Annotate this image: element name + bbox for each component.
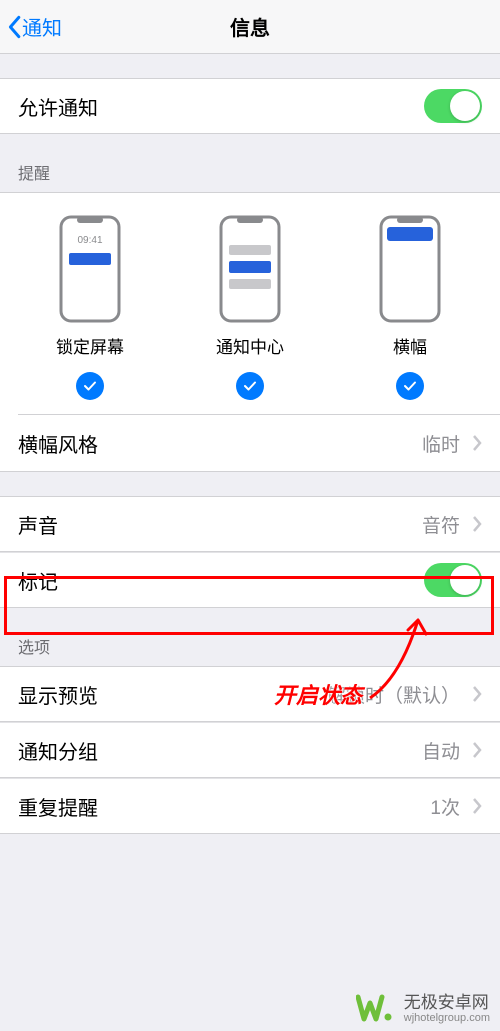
sound-value: 音符 [422, 511, 464, 538]
alert-option-banner[interactable]: 横幅 [340, 215, 480, 400]
checkmark-icon [236, 372, 264, 400]
back-label: 通知 [22, 12, 62, 41]
banner-style-label: 横幅风格 [18, 429, 422, 458]
allow-notifications-label: 允许通知 [18, 92, 424, 121]
sound-label: 声音 [18, 510, 422, 539]
watermark-name: 无极安卓网 [404, 994, 490, 1013]
back-button[interactable]: 通知 [0, 12, 62, 41]
grouping-value: 自动 [422, 737, 464, 764]
checkmark-icon [396, 372, 424, 400]
svg-text:09:41: 09:41 [77, 235, 102, 246]
show-preview-row[interactable]: 显示预览 解锁时（默认） [0, 666, 500, 722]
chevron-right-icon [472, 741, 482, 759]
chevron-right-icon [472, 685, 482, 703]
lock-screen-icon: 09:41 [55, 215, 125, 323]
notification-grouping-row[interactable]: 通知分组 自动 [0, 722, 500, 778]
banner-style-value: 临时 [422, 430, 464, 457]
banner-icon [375, 215, 445, 323]
options-header: 选项 [0, 608, 500, 666]
banner-style-row[interactable]: 横幅风格 临时 [0, 415, 500, 471]
alerts-block: 09:41 锁定屏幕 通知中心 [0, 192, 500, 472]
repeat-value: 1次 [430, 793, 464, 820]
sound-row[interactable]: 声音 音符 [0, 496, 500, 552]
chevron-left-icon [6, 15, 22, 39]
badge-label: 标记 [18, 566, 424, 595]
allow-notifications-toggle[interactable] [424, 89, 482, 123]
checkmark-icon [76, 372, 104, 400]
repeat-label: 重复提醒 [18, 792, 430, 821]
annotation-text: 开启状态 [274, 678, 362, 710]
alert-option-notification-center[interactable]: 通知中心 [180, 215, 320, 400]
alert-label: 锁定屏幕 [56, 333, 124, 358]
nav-bar: 通知 信息 [0, 0, 500, 54]
alerts-header: 提醒 [0, 134, 500, 192]
chevron-right-icon [472, 515, 482, 533]
chevron-right-icon [472, 797, 482, 815]
watermark-url: wjhotelgroup.com [404, 1012, 490, 1024]
alert-label: 通知中心 [216, 333, 284, 358]
page-title: 信息 [0, 12, 500, 41]
watermark-logo-icon [356, 993, 398, 1025]
watermark: 无极安卓网 wjhotelgroup.com [356, 993, 490, 1025]
allow-notifications-row: 允许通知 [0, 78, 500, 134]
chevron-right-icon [472, 434, 482, 452]
repeat-alert-row[interactable]: 重复提醒 1次 [0, 778, 500, 834]
alert-option-lock-screen[interactable]: 09:41 锁定屏幕 [20, 215, 160, 400]
badge-row: 标记 [0, 552, 500, 608]
notification-center-icon [215, 215, 285, 323]
grouping-label: 通知分组 [18, 736, 422, 765]
alert-label: 横幅 [393, 333, 427, 358]
badge-toggle[interactable] [424, 563, 482, 597]
